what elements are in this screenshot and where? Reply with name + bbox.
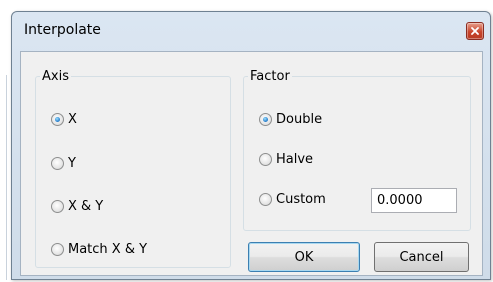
dialog-body: Axis X Y X & Y Match X & Y Factor Double… <box>20 51 483 276</box>
background-window-edge <box>6 75 7 280</box>
dialog-title: Interpolate <box>24 22 101 38</box>
close-button[interactable] <box>466 22 484 40</box>
factor-option-custom-label: Custom <box>276 192 326 207</box>
close-icon <box>471 27 479 35</box>
radio-button-x-and-y[interactable] <box>51 200 64 213</box>
axis-option-x-and-y[interactable]: X & Y <box>51 199 103 214</box>
axis-option-x-and-y-label: X & Y <box>68 199 104 214</box>
radio-button-y[interactable] <box>51 157 64 170</box>
axis-option-x-label: X <box>68 112 77 127</box>
ok-button[interactable]: OK <box>248 242 360 272</box>
factor-option-custom[interactable]: Custom <box>259 192 326 207</box>
axis-option-match-x-and-y[interactable]: Match X & Y <box>51 242 147 257</box>
interpolate-dialog: Interpolate Axis X Y X & Y Match X & Y F… <box>11 11 491 280</box>
factor-legend: Factor <box>250 69 290 84</box>
factor-option-halve-label: Halve <box>276 152 314 167</box>
axis-option-y[interactable]: Y <box>51 156 76 171</box>
radio-button-custom[interactable] <box>259 193 272 206</box>
cancel-button[interactable]: Cancel <box>374 242 469 272</box>
factor-option-double[interactable]: Double <box>259 112 322 127</box>
custom-factor-input[interactable] <box>371 188 457 213</box>
radio-button-double[interactable] <box>259 113 272 126</box>
axis-option-x[interactable]: X <box>51 112 77 127</box>
title-bar[interactable]: Interpolate <box>12 12 490 50</box>
radio-button-x[interactable] <box>51 113 64 126</box>
axis-legend: Axis <box>42 69 69 84</box>
radio-button-match-x-and-y[interactable] <box>51 243 64 256</box>
axis-option-match-x-and-y-label: Match X & Y <box>68 242 148 257</box>
axis-option-y-label: Y <box>68 156 76 171</box>
radio-button-halve[interactable] <box>259 153 272 166</box>
factor-option-double-label: Double <box>276 112 323 127</box>
factor-option-halve[interactable]: Halve <box>259 152 313 167</box>
